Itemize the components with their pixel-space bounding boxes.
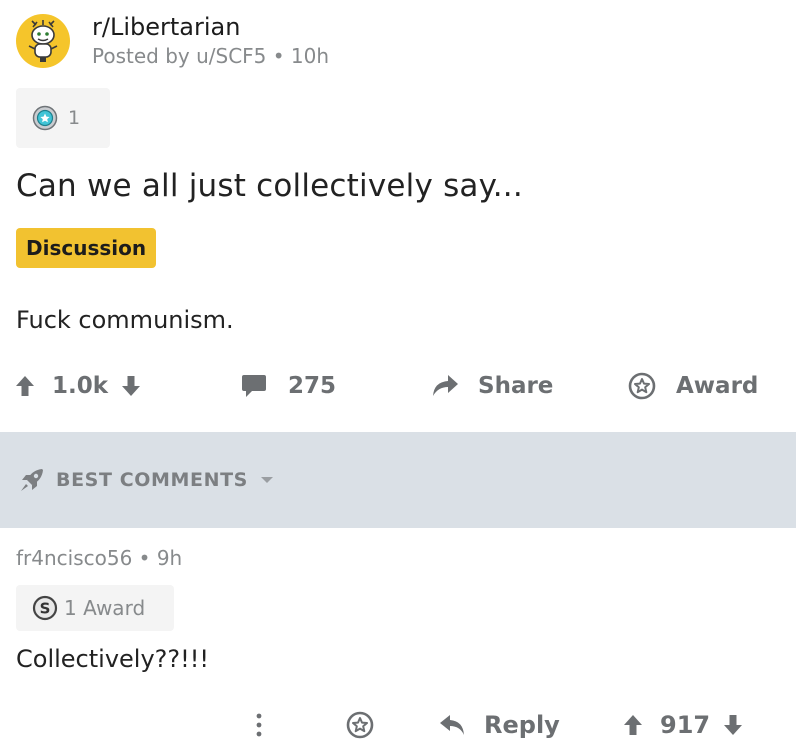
upvote-arrow-icon[interactable] <box>622 713 644 737</box>
comment-score: 917 <box>660 711 711 739</box>
caret-down-icon <box>260 477 273 483</box>
post-title[interactable]: Can we all just collectively say... <box>16 168 523 204</box>
post-flair[interactable]: Discussion <box>16 228 157 268</box>
svg-text:S: S <box>40 600 51 618</box>
reply-arrow-icon <box>440 715 464 735</box>
subreddit-name[interactable]: r/Libertarian <box>92 12 329 42</box>
share-button[interactable]: Share <box>430 362 553 410</box>
more-options-button[interactable] <box>254 700 264 750</box>
comment-award-chip[interactable]: S 1 Award <box>16 585 174 631</box>
award-medal-icon <box>32 105 58 131</box>
post-award-count: 1 <box>68 107 81 129</box>
rocket-icon <box>21 469 43 491</box>
comment-bubble-icon <box>242 375 266 397</box>
comment-award-label: 1 Award <box>64 596 146 620</box>
award-label: Award <box>676 373 759 399</box>
award-outline-icon <box>346 711 374 739</box>
comments-count: 275 <box>288 373 337 399</box>
sort-label: BEST COMMENTS <box>56 469 248 491</box>
award-button[interactable]: Award <box>628 362 758 410</box>
share-arrow-icon <box>433 375 458 396</box>
comment-vote-group: 917 <box>622 700 744 750</box>
post-score: 1.0k <box>52 373 109 399</box>
comment-author-time[interactable]: fr4ncisco56 • 9h <box>16 546 182 570</box>
award-outline-icon <box>628 372 656 400</box>
post-header: r/Libertarian Posted by u/SCF5 • 10h <box>16 10 329 72</box>
comment-body: Collectively??!!! <box>16 645 209 673</box>
reply-label: Reply <box>484 711 560 739</box>
upvote-arrow-icon[interactable] <box>14 374 36 398</box>
snoo-avatar-icon <box>28 20 58 62</box>
post-author-time: Posted by u/SCF5 • 10h <box>92 44 330 68</box>
comment-sort-bar[interactable]: BEST COMMENTS <box>0 432 796 528</box>
reply-button[interactable]: Reply <box>438 700 560 750</box>
post-body: Fuck communism. <box>16 306 234 334</box>
comment-action-bar: Reply 917 <box>0 700 800 750</box>
share-label: Share <box>478 373 554 399</box>
more-vertical-icon <box>256 713 262 737</box>
post-action-bar: 1.0k 275 Share Award <box>0 362 800 410</box>
silver-coin-icon: S <box>32 595 58 621</box>
subreddit-avatar[interactable] <box>16 14 70 68</box>
downvote-arrow-icon[interactable] <box>722 713 744 737</box>
post-meta: r/Libertarian Posted by u/SCF5 • 10h <box>92 12 329 70</box>
comment-award-button[interactable] <box>346 700 374 750</box>
downvote-arrow-icon[interactable] <box>120 374 142 398</box>
vote-group: 1.0k <box>14 362 142 410</box>
post-award-chip[interactable]: 1 <box>16 88 110 148</box>
comments-button[interactable]: 275 <box>240 362 336 410</box>
